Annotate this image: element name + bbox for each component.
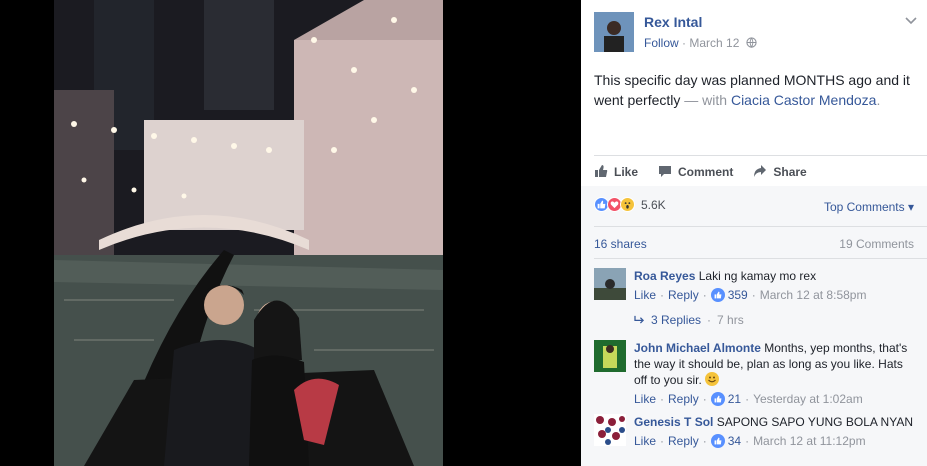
shares-count[interactable]: 16 shares (594, 237, 647, 251)
comment-time[interactable]: March 12 at 8:58pm (760, 288, 867, 302)
comment-likes[interactable]: 34 (710, 434, 742, 448)
top-comments-label: Top Comments (823, 200, 905, 214)
divider (594, 226, 927, 227)
comment-actions: Like · Reply · 359 · March 12 at 8:58pm (634, 288, 914, 302)
thumbs-up-icon (594, 164, 614, 181)
comment-like-link[interactable]: Like (634, 392, 656, 406)
replies-count: 3 Replies (651, 313, 702, 327)
view-replies-link[interactable]: 3 Replies · 7 hrs (634, 313, 744, 327)
top-comments-dropdown[interactable]: Top Comments ▾ (824, 200, 914, 214)
separator: · (660, 434, 665, 448)
like-button-label: Like (614, 165, 639, 179)
comment-text: Genesis T Sol SAPONG SAPO YUNG BOLA NYAN (634, 414, 914, 430)
share-button-label: Share (773, 165, 807, 179)
caret-down-icon: ▾ (904, 200, 914, 214)
comment-like-count: 34 (727, 434, 742, 448)
comment-time[interactable]: Yesterday at 1:02am (753, 392, 863, 406)
separator: · (751, 288, 756, 302)
tagged-person-link[interactable]: Ciacia Castor Mendoza (731, 92, 877, 108)
comment-reply-link[interactable]: Reply (668, 392, 699, 406)
comment-reply-link[interactable]: Reply (668, 434, 699, 448)
wow-reaction-icon (620, 197, 635, 212)
post-sidebar: Rex Intal Follow · March 12 This specifi… (581, 0, 927, 466)
separator: · (660, 288, 665, 302)
comment-button-label: Comment (678, 165, 734, 179)
post-header: Rex Intal Follow · March 12 (581, 0, 927, 58)
comment-item: Roa Reyes Laki ng kamay mo rex Like · Re… (594, 268, 914, 302)
separator: · (702, 392, 707, 406)
author-name[interactable]: Rex Intal (644, 14, 702, 30)
gondola-scene-image (54, 0, 443, 466)
share-button[interactable]: Share (753, 162, 807, 182)
comment-message: Laki ng kamay mo rex (698, 269, 817, 283)
divider (594, 155, 927, 156)
separator: · (707, 313, 712, 327)
commenter-name[interactable]: Roa Reyes (634, 269, 695, 283)
post-meta: Follow · March 12 (644, 36, 757, 50)
commenter-name[interactable]: John Michael Almonte (634, 341, 761, 355)
comment-text: Roa Reyes Laki ng kamay mo rex (634, 268, 914, 284)
comment-actions: Like · Reply · 21 · Yesterday at 1:02am (634, 392, 914, 406)
commenter-avatar[interactable] (594, 340, 626, 372)
chevron-down-icon[interactable] (905, 14, 917, 28)
smile-emoji-icon (705, 372, 720, 386)
replies-time: 7 hrs (717, 313, 744, 327)
reactions-count[interactable]: 5.6K (641, 198, 666, 212)
separator: · (660, 392, 665, 406)
action-bar: Like Comment Share (594, 162, 827, 182)
separator: · (702, 288, 707, 302)
comment-item: Genesis T Sol SAPONG SAPO YUNG BOLA NYAN… (594, 414, 914, 448)
thumbs-up-icon (710, 434, 725, 448)
post-text: This specific day was planned MONTHS ago… (594, 70, 914, 110)
comment-button[interactable]: Comment (658, 162, 733, 182)
author-avatar[interactable] (594, 12, 634, 52)
comment-time[interactable]: March 12 at 11:12pm (753, 434, 866, 448)
commenter-name[interactable]: Genesis T Sol (634, 415, 713, 429)
comment-like-link[interactable]: Like (634, 434, 656, 448)
post-photo[interactable] (54, 0, 443, 466)
comment-icon (658, 164, 678, 181)
photo-viewer: Rex Intal Follow · March 12 This specifi… (0, 0, 927, 466)
commenter-avatar[interactable] (594, 414, 626, 446)
divider (594, 258, 927, 259)
reactions-summary[interactable]: 5.6K (594, 197, 666, 212)
comments-count[interactable]: 19 Comments (839, 237, 914, 251)
separator: · (702, 434, 707, 448)
follow-link[interactable]: Follow (644, 36, 679, 50)
commenter-avatar[interactable] (594, 268, 626, 300)
post-date[interactable]: March 12 (689, 36, 739, 50)
like-button[interactable]: Like (594, 162, 638, 182)
comment-actions: Like · Reply · 34 · March 12 at 11:12pm (634, 434, 914, 448)
comment-message: SAPONG SAPO YUNG BOLA NYAN (716, 415, 913, 429)
post-text-period: . (876, 92, 881, 108)
comment-likes[interactable]: 359 (710, 288, 748, 302)
separator: · (745, 434, 750, 448)
comment-likes[interactable]: 21 (710, 392, 742, 406)
comment-like-count: 359 (727, 288, 748, 302)
share-icon (753, 164, 773, 181)
comment-text: John Michael Almonte Months, yep months,… (634, 340, 914, 388)
comment-like-link[interactable]: Like (634, 288, 656, 302)
reply-arrow-icon (634, 313, 645, 327)
comment-reply-link[interactable]: Reply (668, 288, 699, 302)
thumbs-up-icon (710, 392, 725, 406)
with-label: — with (680, 92, 731, 108)
comment-item: John Michael Almonte Months, yep months,… (594, 340, 914, 406)
separator: · (745, 392, 750, 406)
comment-like-count: 21 (727, 392, 742, 406)
globe-icon (743, 36, 757, 50)
thumbs-up-icon (710, 288, 725, 302)
